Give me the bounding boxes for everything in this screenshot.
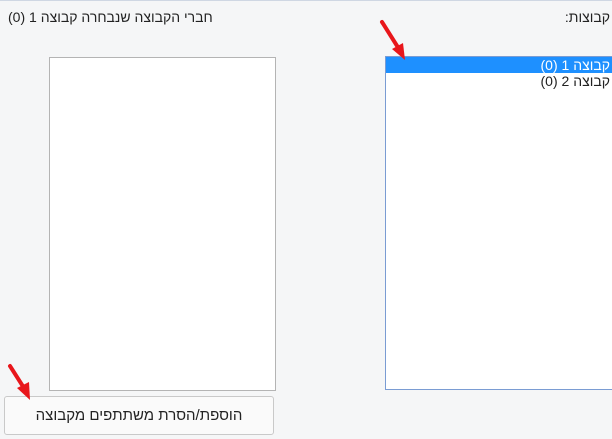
group-option-1[interactable]: קבוצה 1 (0)	[386, 57, 612, 73]
annotation-arrow-icon	[380, 20, 405, 60]
annotation-arrow-icon	[8, 364, 30, 400]
top-border	[0, 0, 612, 1]
group-option-2[interactable]: קבוצה 2 (0)	[386, 73, 612, 89]
groups-label: קבוצות:	[564, 9, 610, 25]
groups-listbox[interactable]: קבוצה 1 (0) קבוצה 2 (0)	[385, 56, 612, 390]
selected-group-members-label: חברי הקבוצה שנבחרה קבוצה 1 (0)	[8, 9, 213, 25]
group-members-listbox[interactable]	[49, 57, 276, 391]
add-remove-participants-button[interactable]: הוספת/הסרת משתתפים מקבוצה	[4, 396, 274, 435]
